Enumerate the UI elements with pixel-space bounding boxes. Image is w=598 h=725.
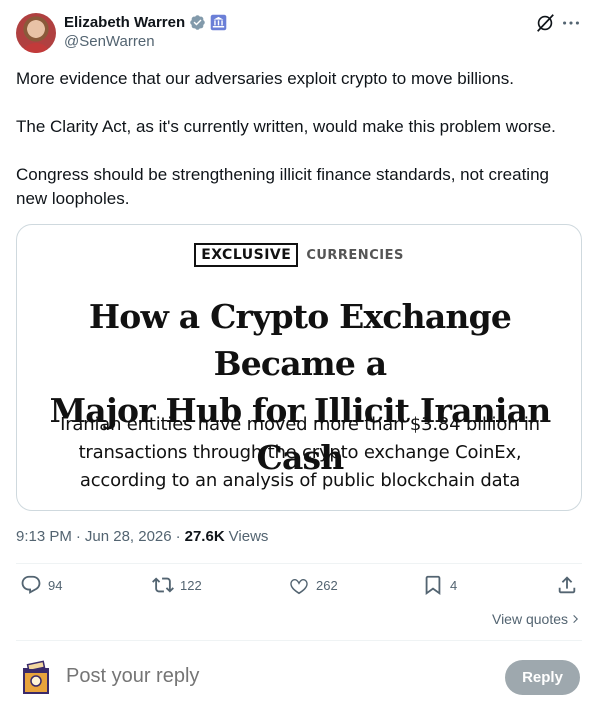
- author-name-row: Elizabeth Warren: [64, 12, 227, 32]
- article-dek: Iranian entities have moved more than $3…: [37, 411, 563, 495]
- share-action[interactable]: [556, 574, 578, 596]
- tweet-text: More evidence that our adversaries explo…: [16, 67, 582, 235]
- tweet-header: Elizabeth Warren @SenWarren: [16, 12, 582, 54]
- chevron-right-icon: [573, 615, 578, 623]
- government-badge-icon[interactable]: [210, 14, 227, 31]
- like-action[interactable]: 262: [288, 574, 338, 596]
- tweet-paragraph: Congress should be strengthening illicit…: [16, 165, 549, 208]
- views-count: 27.6K: [184, 528, 225, 545]
- view-quotes-label: View quotes: [491, 611, 568, 627]
- reply-action[interactable]: 94: [20, 574, 62, 596]
- reply-count: 94: [48, 577, 63, 593]
- kicker-section: CURRENCIES: [306, 247, 404, 263]
- dek-line: Iranian entities have moved more than $3…: [60, 414, 540, 435]
- divider: [16, 640, 582, 641]
- kicker-exclusive: EXCLUSIVE: [194, 243, 299, 267]
- reply-input[interactable]: [66, 665, 466, 688]
- views-label: Views: [228, 528, 269, 545]
- article-card-image[interactable]: EXCLUSIVE CURRENCIES How a Crypto Exchan…: [16, 224, 582, 511]
- like-count: 262: [316, 577, 338, 593]
- tweet-time[interactable]: 9:13 PM: [16, 528, 72, 545]
- repost-icon: [152, 577, 174, 593]
- repost-action[interactable]: 122: [152, 574, 202, 596]
- view-quotes-link[interactable]: View quotes: [492, 611, 582, 627]
- heart-icon: [290, 579, 308, 595]
- reply-submit-button[interactable]: Reply: [505, 660, 580, 695]
- action-bar: 94 122 262 4: [16, 574, 582, 604]
- more-options-icon[interactable]: [560, 12, 582, 34]
- tweet-meta: 9:13 PM · Jun 28, 2026 · 27.6K Views: [16, 528, 268, 545]
- bookmark-icon: [425, 575, 441, 596]
- user-avatar-icon[interactable]: [20, 659, 52, 695]
- dek-line: according to an analysis of public block…: [79, 470, 521, 491]
- tweet-date[interactable]: Jun 28, 2026: [85, 528, 172, 545]
- tweet-paragraph: More evidence that our adversaries explo…: [16, 69, 514, 88]
- article-kicker: EXCLUSIVE CURRENCIES: [17, 243, 581, 267]
- divider: [16, 563, 582, 564]
- bookmark-count: 4: [450, 577, 458, 593]
- grok-icon[interactable]: [534, 12, 556, 34]
- repost-count: 122: [180, 577, 202, 593]
- meta-separator: ·: [75, 528, 81, 545]
- reply-composer: Reply: [16, 655, 582, 701]
- tweet-paragraph: The Clarity Act, as it's currently writt…: [16, 117, 556, 136]
- reply-icon: [21, 575, 41, 594]
- meta-separator: ·: [175, 528, 181, 545]
- dek-line: transactions through the crypto exchange…: [78, 442, 522, 463]
- share-icon: [558, 576, 576, 594]
- author-avatar[interactable]: [16, 13, 56, 53]
- verified-badge-icon[interactable]: [189, 14, 206, 31]
- headline-line: How a Crypto Exchange Became a: [88, 297, 512, 383]
- author-handle[interactable]: @SenWarren: [64, 33, 155, 50]
- bookmark-action[interactable]: 4: [422, 574, 457, 596]
- author-display-name[interactable]: Elizabeth Warren: [64, 14, 185, 31]
